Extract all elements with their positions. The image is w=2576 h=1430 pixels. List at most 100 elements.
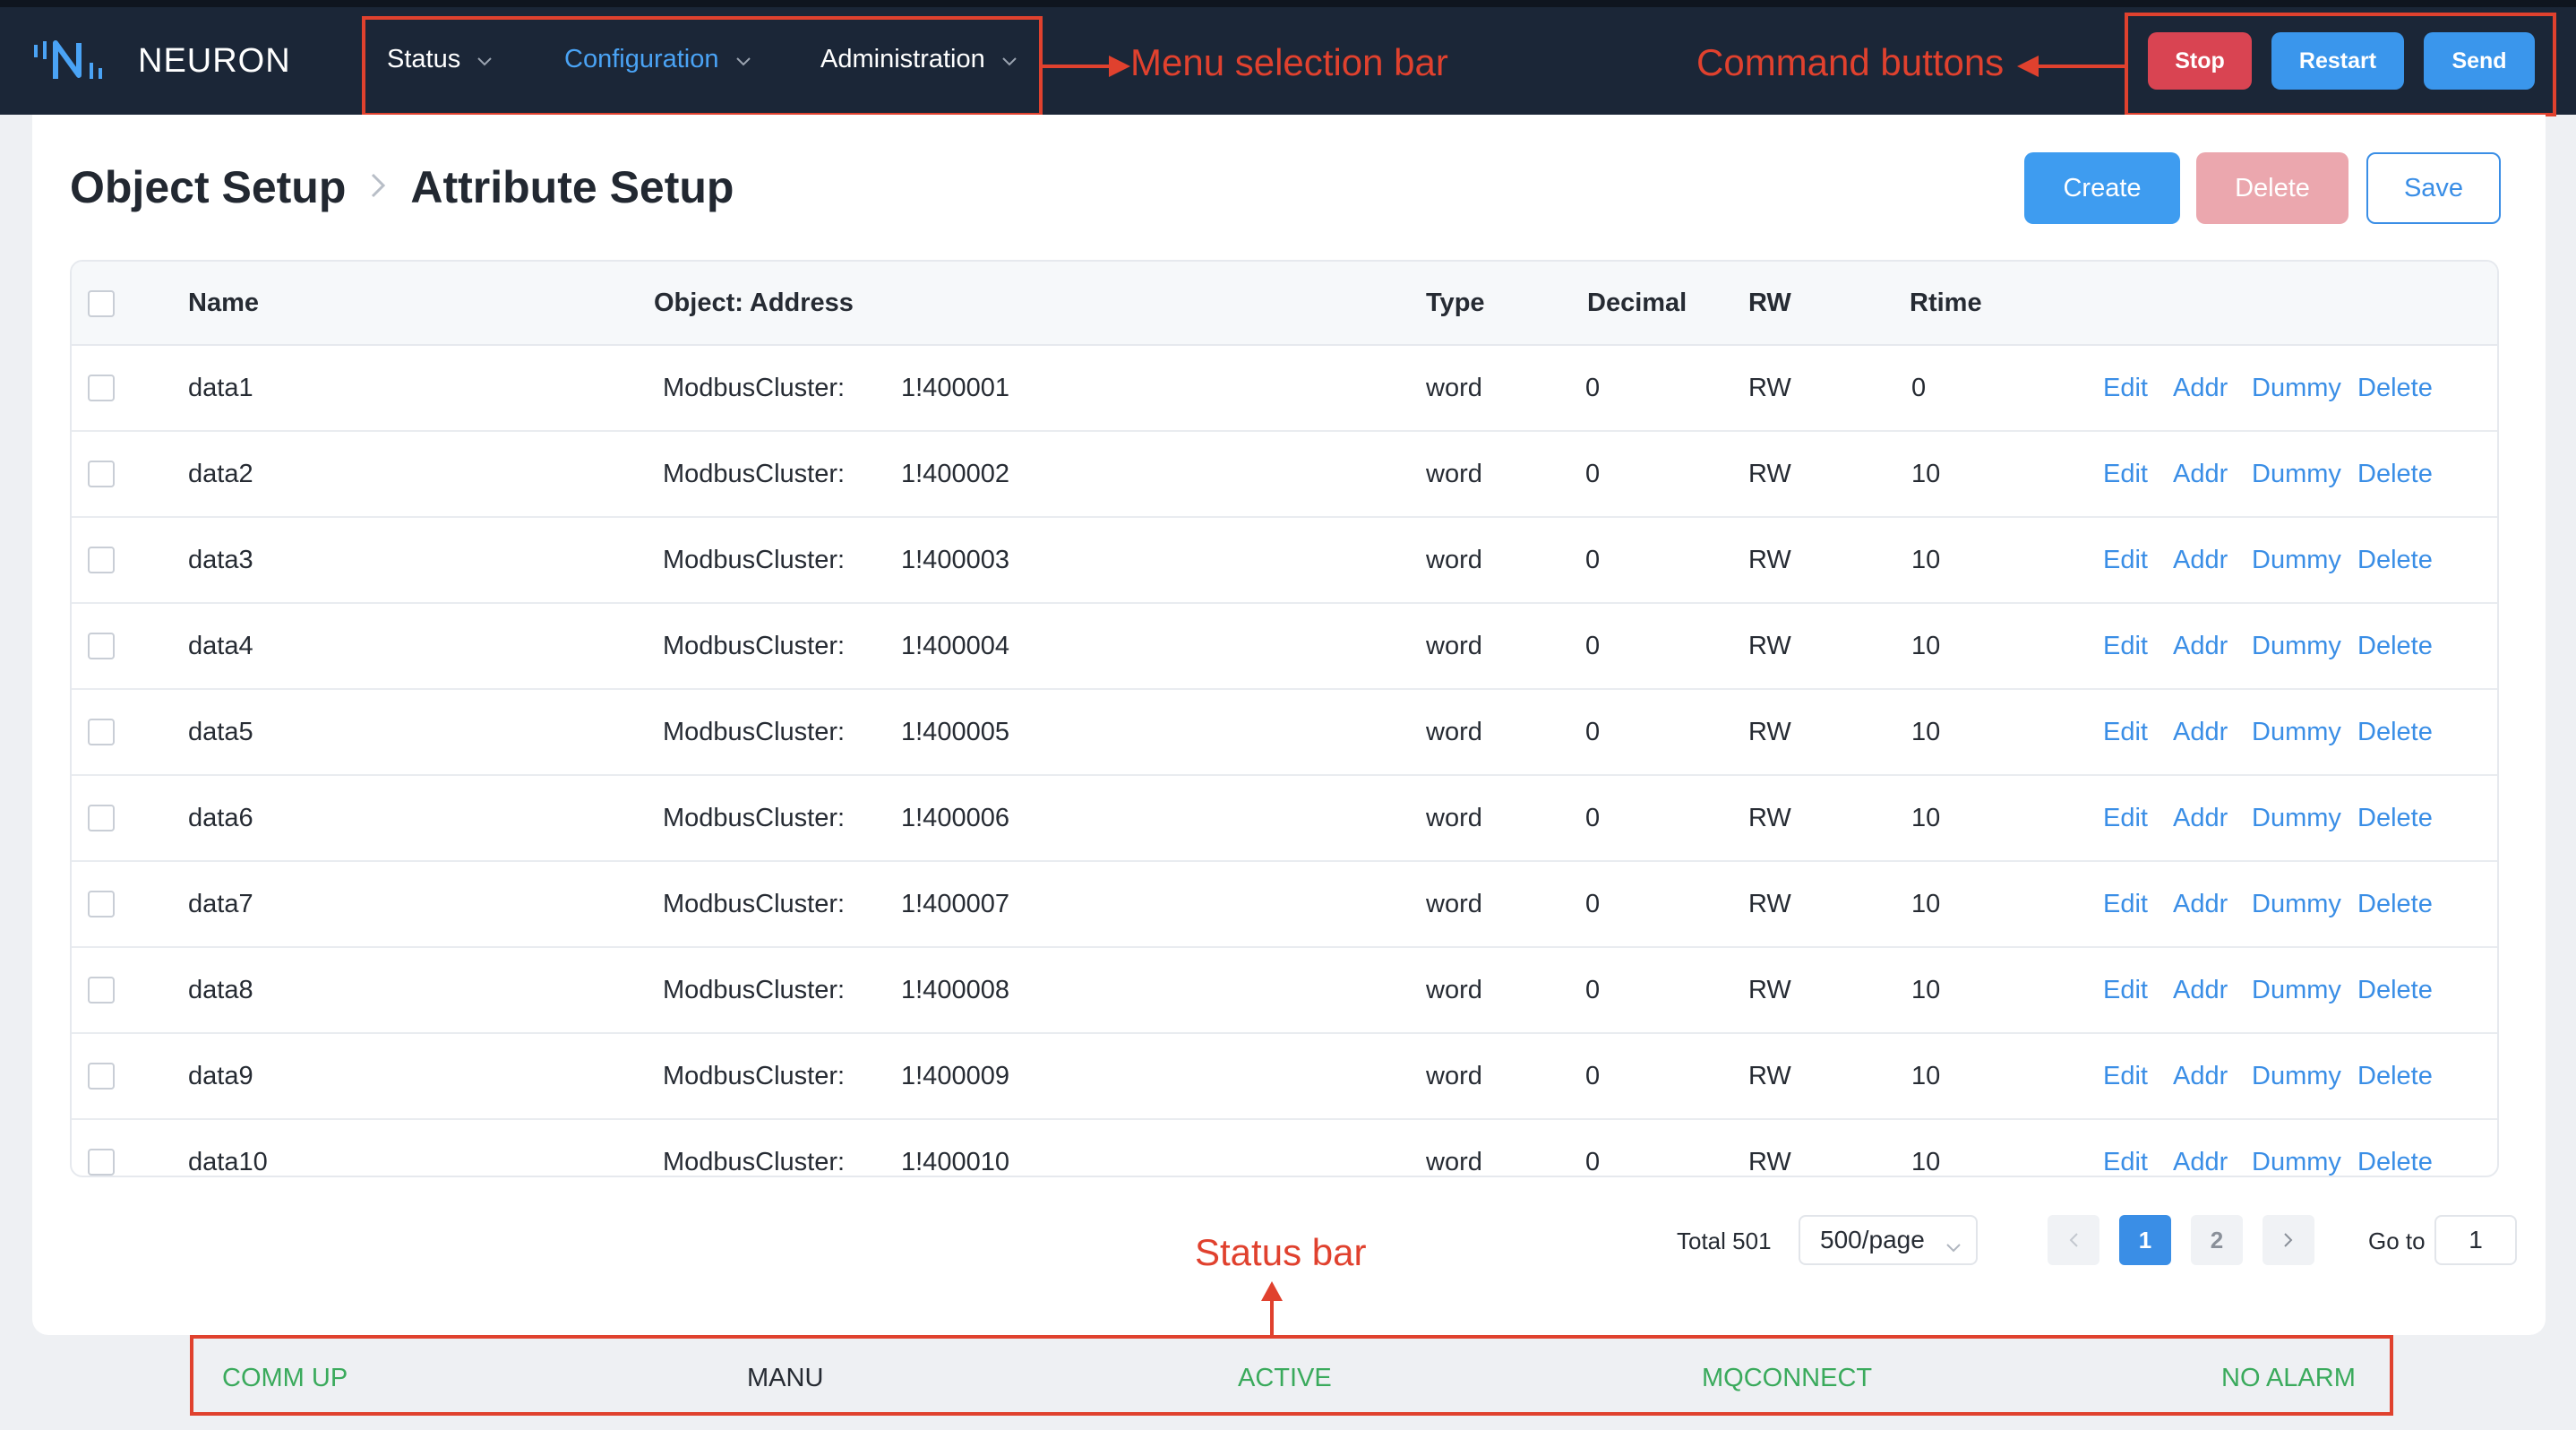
breadcrumb-object-setup[interactable]: Object Setup xyxy=(70,161,346,213)
dummy-link[interactable]: Dummy xyxy=(2252,948,2341,1032)
row-checkbox[interactable] xyxy=(88,1063,115,1090)
column-rw[interactable]: RW xyxy=(1748,262,1791,344)
page-size-select[interactable]: 500/page xyxy=(1799,1215,1978,1265)
row-checkbox[interactable] xyxy=(88,805,115,831)
cell-object: ModbusCluster: xyxy=(663,546,846,574)
breadcrumb: Object Setup Attribute Setup xyxy=(70,161,734,213)
delete-link[interactable]: Delete xyxy=(2357,1120,2433,1176)
edit-link[interactable]: Edit xyxy=(2103,948,2148,1032)
column-address[interactable]: Object: Address xyxy=(654,262,854,344)
row-checkbox[interactable] xyxy=(88,1149,115,1176)
create-button[interactable]: Create xyxy=(2024,152,2180,224)
cell-object: ModbusCluster: xyxy=(663,632,846,660)
addr-link[interactable]: Addr xyxy=(2173,432,2228,516)
edit-link[interactable]: Edit xyxy=(2103,604,2148,688)
cell-rw: RW xyxy=(1748,546,1791,574)
row-checkbox[interactable] xyxy=(88,977,115,1004)
column-type[interactable]: Type xyxy=(1426,262,1485,344)
row-checkbox[interactable] xyxy=(88,633,115,659)
dummy-link[interactable]: Dummy xyxy=(2252,432,2341,516)
cell-address: 1!400010 xyxy=(901,1148,1009,1176)
save-button[interactable]: Save xyxy=(2366,152,2501,224)
addr-link[interactable]: Addr xyxy=(2173,518,2228,602)
delete-link[interactable]: Delete xyxy=(2357,948,2433,1032)
cell-address: 1!400007 xyxy=(901,890,1009,918)
delete-link[interactable]: Delete xyxy=(2357,432,2433,516)
row-checkbox[interactable] xyxy=(88,461,115,487)
menu-annotation-box xyxy=(362,16,1043,116)
status-active: ACTIVE xyxy=(1238,1364,1332,1392)
dummy-link[interactable]: Dummy xyxy=(2252,690,2341,774)
dummy-link[interactable]: Dummy xyxy=(2252,862,2341,946)
dummy-link[interactable]: Dummy xyxy=(2252,346,2341,430)
edit-link[interactable]: Edit xyxy=(2103,1034,2148,1118)
table-row: data8 ModbusCluster: 1!400008 word 0 RW 10 Edit… xyxy=(72,948,2497,1034)
row-checkbox[interactable] xyxy=(88,891,115,917)
addr-link[interactable]: Addr xyxy=(2173,604,2228,688)
page-1-button[interactable]: 1 xyxy=(2119,1215,2171,1265)
main-card: Object Setup Attribute Setup Create Dele… xyxy=(32,115,2546,1335)
dummy-link[interactable]: Dummy xyxy=(2252,604,2341,688)
commands-annotation-label: Command buttons xyxy=(1696,41,2005,83)
cell-rtime: 10 xyxy=(1911,632,1941,660)
cell-address: 1!400001 xyxy=(901,374,1009,402)
edit-link[interactable]: Edit xyxy=(2103,432,2148,516)
dummy-link[interactable]: Dummy xyxy=(2252,518,2341,602)
cell-type: word xyxy=(1426,374,1482,402)
delete-link[interactable]: Delete xyxy=(2357,1034,2433,1118)
page-2-button[interactable]: 2 xyxy=(2191,1215,2243,1265)
addr-link[interactable]: Addr xyxy=(2173,690,2228,774)
cell-rtime: 10 xyxy=(1911,1062,1941,1090)
edit-link[interactable]: Edit xyxy=(2103,690,2148,774)
table-row: data9 ModbusCluster: 1!400009 word 0 RW 10 Edit… xyxy=(72,1034,2497,1120)
column-decimal[interactable]: Decimal xyxy=(1587,262,1687,344)
addr-link[interactable]: Addr xyxy=(2173,1034,2228,1118)
edit-link[interactable]: Edit xyxy=(2103,862,2148,946)
delete-link[interactable]: Delete xyxy=(2357,518,2433,602)
delete-link[interactable]: Delete xyxy=(2357,862,2433,946)
addr-link[interactable]: Addr xyxy=(2173,948,2228,1032)
cell-address: 1!400009 xyxy=(901,1062,1009,1090)
column-rtime[interactable]: Rtime xyxy=(1910,262,1982,344)
edit-link[interactable]: Edit xyxy=(2103,518,2148,602)
delete-button[interactable]: Delete xyxy=(2196,152,2348,224)
column-name[interactable]: Name xyxy=(188,262,259,344)
goto-page-input[interactable]: 1 xyxy=(2434,1215,2517,1265)
dummy-link[interactable]: Dummy xyxy=(2252,1120,2341,1176)
delete-link[interactable]: Delete xyxy=(2357,346,2433,430)
edit-link[interactable]: Edit xyxy=(2103,1120,2148,1176)
cell-object: ModbusCluster: xyxy=(663,374,846,402)
delete-link[interactable]: Delete xyxy=(2357,604,2433,688)
row-checkbox[interactable] xyxy=(88,375,115,401)
dummy-link[interactable]: Dummy xyxy=(2252,776,2341,860)
status-alarm: NO ALARM xyxy=(2221,1364,2356,1392)
next-page-button[interactable] xyxy=(2263,1215,2314,1265)
cell-decimal: 0 xyxy=(1585,804,1601,832)
addr-link[interactable]: Addr xyxy=(2173,1120,2228,1176)
edit-link[interactable]: Edit xyxy=(2103,346,2148,430)
prev-page-button[interactable] xyxy=(2048,1215,2099,1265)
table-header: Name Object: Address Type Decimal RW Rti… xyxy=(72,262,2497,346)
page-title: Attribute Setup xyxy=(410,162,734,212)
cell-type: word xyxy=(1426,1148,1482,1176)
select-all-checkbox[interactable] xyxy=(88,290,115,317)
window-strip xyxy=(0,0,2576,7)
cell-name: data3 xyxy=(188,546,253,574)
table-row: data5 ModbusCluster: 1!400005 word 0 RW 10 Edit… xyxy=(72,690,2497,776)
status-annotation-arrow xyxy=(1261,1281,1283,1339)
table-row: data6 ModbusCluster: 1!400006 word 0 RW 10 Edit… xyxy=(72,776,2497,862)
cell-decimal: 0 xyxy=(1585,460,1601,488)
table-row: data10 ModbusCluster: 1!400010 word 0 RW 10 Edi… xyxy=(72,1120,2497,1176)
row-checkbox[interactable] xyxy=(88,547,115,573)
app-logo[interactable]: NEURON xyxy=(34,36,291,86)
row-checkbox[interactable] xyxy=(88,719,115,745)
cell-name: data6 xyxy=(188,804,253,832)
addr-link[interactable]: Addr xyxy=(2173,776,2228,860)
cell-address: 1!400008 xyxy=(901,976,1009,1004)
addr-link[interactable]: Addr xyxy=(2173,346,2228,430)
edit-link[interactable]: Edit xyxy=(2103,776,2148,860)
delete-link[interactable]: Delete xyxy=(2357,776,2433,860)
addr-link[interactable]: Addr xyxy=(2173,862,2228,946)
delete-link[interactable]: Delete xyxy=(2357,690,2433,774)
dummy-link[interactable]: Dummy xyxy=(2252,1034,2341,1118)
